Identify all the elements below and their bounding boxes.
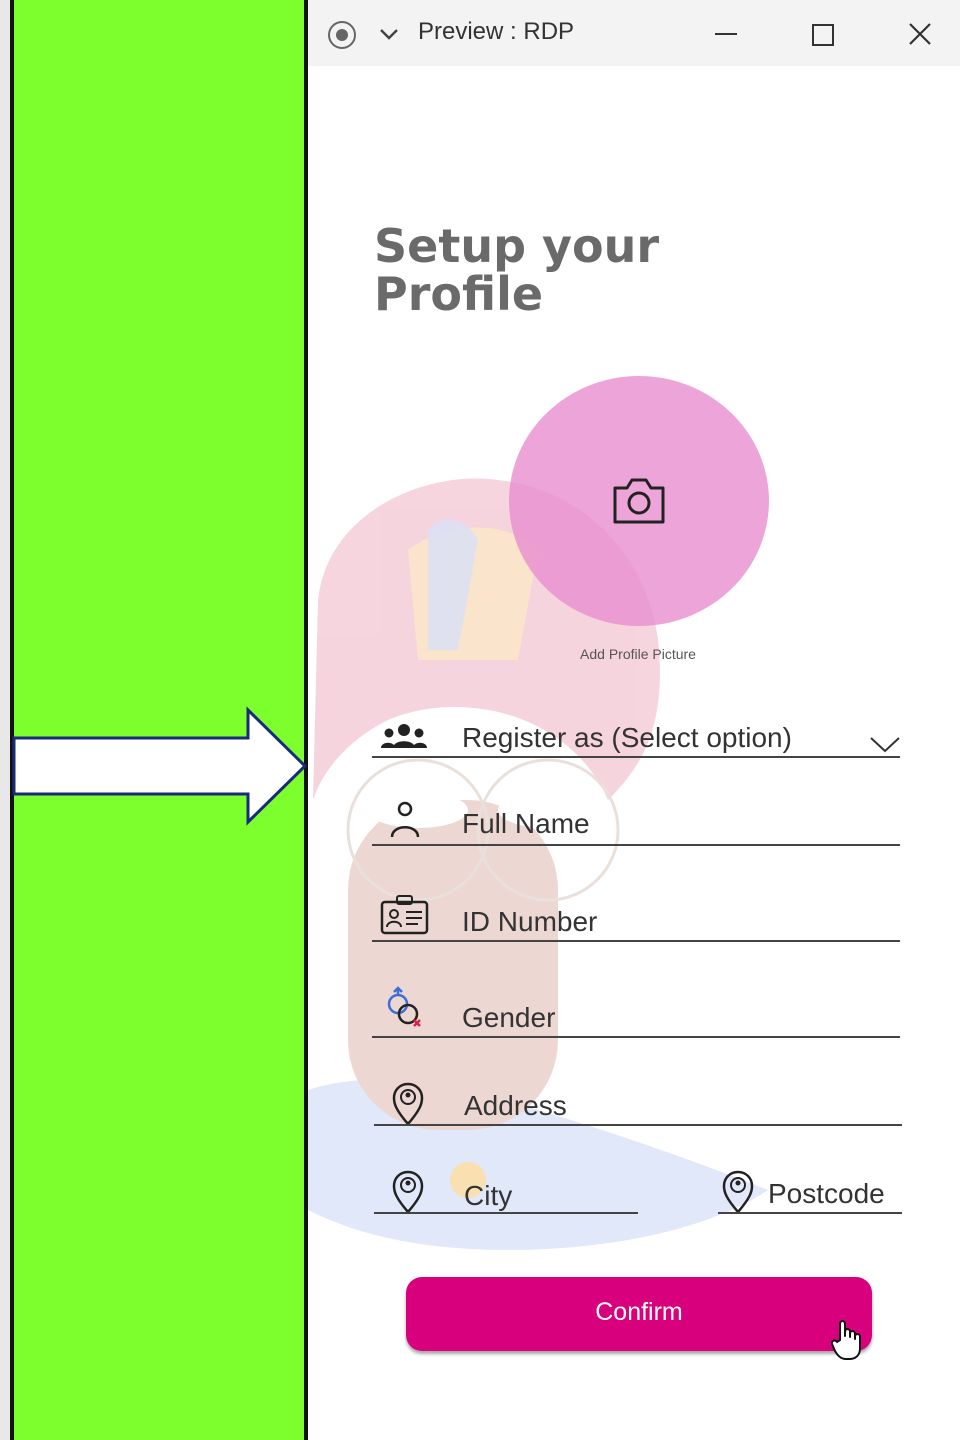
address-underline	[374, 1124, 902, 1126]
title-bar: Preview : RDP	[308, 0, 960, 66]
camera-icon	[613, 478, 665, 524]
left-edge-strip	[0, 0, 10, 1440]
record-icon[interactable]	[326, 19, 358, 51]
group-icon	[381, 724, 427, 748]
location-pin-icon	[392, 1170, 424, 1214]
window-title: Preview : RDP	[418, 18, 575, 45]
location-pin-icon	[392, 1082, 424, 1126]
avatar-label: Add Profile Picture	[580, 646, 696, 662]
page-title: Setup your Profile	[374, 222, 714, 318]
full-name-underline	[372, 844, 900, 846]
chevron-down-icon[interactable]	[378, 26, 400, 42]
minimize-icon[interactable]	[712, 24, 740, 44]
city-input[interactable]: City	[464, 1180, 512, 1212]
id-card-icon	[380, 895, 429, 935]
city-underline	[374, 1212, 638, 1214]
confirm-button-label: Confirm	[595, 1298, 683, 1326]
gender-input[interactable]: Gender	[462, 1002, 555, 1034]
postcode-underline	[718, 1212, 902, 1214]
right-arrow-icon	[12, 706, 308, 826]
address-input[interactable]: Address	[464, 1090, 567, 1122]
location-pin-icon	[722, 1170, 754, 1214]
confirm-button[interactable]: Confirm	[406, 1277, 872, 1351]
full-name-input[interactable]: Full Name	[462, 808, 590, 840]
register-as-select[interactable]: Register as (Select option)	[462, 722, 792, 754]
maximize-icon[interactable]	[810, 22, 836, 48]
postcode-input[interactable]: Postcode	[768, 1178, 885, 1210]
chevron-down-icon[interactable]	[868, 734, 902, 754]
hand-cursor-icon	[830, 1320, 861, 1360]
register-as-underline	[372, 756, 900, 758]
preview-window: Preview : RDP Setup your Profile Add Pro…	[308, 0, 960, 1440]
gender-underline	[372, 1036, 900, 1038]
gender-icon	[387, 986, 421, 1027]
person-icon	[390, 801, 420, 838]
page-title-line1: Setup your	[374, 219, 660, 273]
id-number-underline	[372, 940, 900, 942]
page-title-line2: Profile	[374, 267, 544, 321]
close-icon[interactable]	[906, 20, 934, 48]
add-profile-picture-button[interactable]	[509, 376, 769, 626]
id-number-input[interactable]: ID Number	[462, 906, 597, 938]
